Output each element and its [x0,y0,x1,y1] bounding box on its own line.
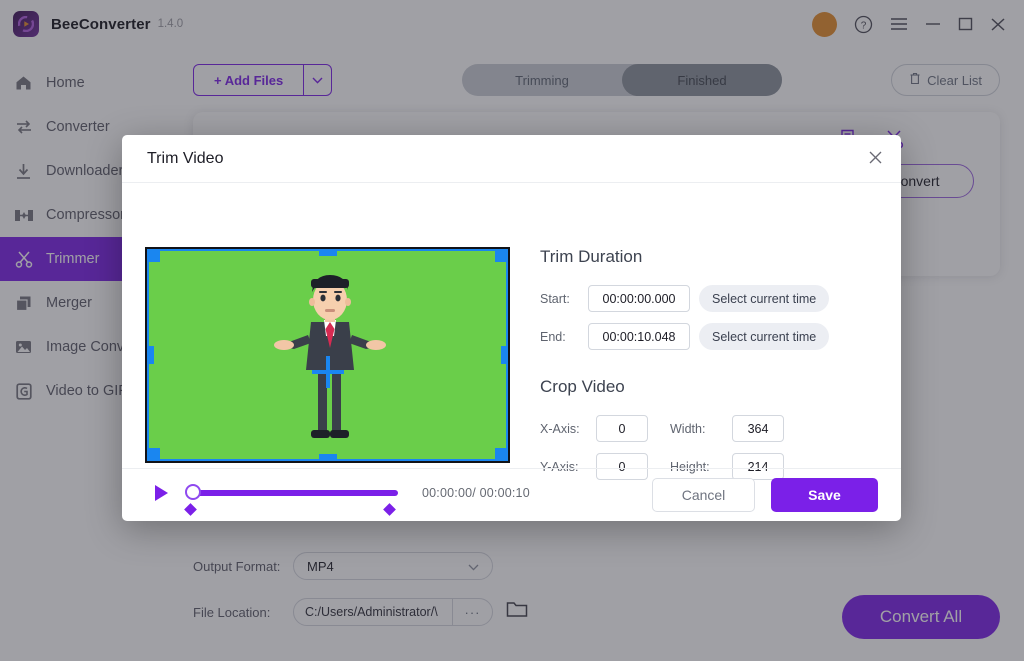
width-input[interactable]: 364 [732,415,784,442]
dialog-footer: Cancel Save [122,468,901,521]
end-label: End: [540,329,566,344]
trim-duration-title: Trim Duration [540,247,643,266]
trim-video-dialog: Trim Video 00:00:00/ 00:00:10 Trim Durat… [122,135,901,521]
settings-panel: Trim Duration Start: 00:00:00.000 Select… [540,247,880,491]
start-time-input[interactable]: 00:00:00.000 [588,285,690,312]
crop-center-crosshair [311,355,344,388]
select-current-time-start-button[interactable]: Select current time [699,285,830,312]
app-window: BeeConverter 1.4.0 ? Home Converter Down… [0,0,1024,661]
x-axis-input[interactable]: 0 [596,415,648,442]
dialog-title: Trim Video [147,149,224,167]
video-canvas [145,247,510,463]
save-button[interactable]: Save [771,478,878,512]
end-time-input[interactable]: 00:00:10.048 [588,323,690,350]
crop-x-row: X-Axis: 0 Width: 364 [540,415,880,442]
start-label: Start: [540,291,570,306]
start-time-row: Start: 00:00:00.000 Select current time [540,285,880,312]
dialog-body: 00:00:00/ 00:00:10 Trim Duration Start: … [122,183,901,516]
width-label: Width: [670,421,706,436]
crop-video-title: Crop Video [540,377,625,396]
crop-video-section: Crop Video X-Axis: 0 Width: 364 Y-Axis: … [540,377,880,480]
end-time-row: End: 00:00:10.048 Select current time [540,323,880,350]
dialog-header: Trim Video [122,135,901,183]
video-preview[interactable] [145,247,510,463]
close-icon[interactable] [868,150,883,168]
x-axis-label: X-Axis: [540,421,580,436]
select-current-time-end-button[interactable]: Select current time [699,323,830,350]
cancel-button[interactable]: Cancel [652,478,755,512]
